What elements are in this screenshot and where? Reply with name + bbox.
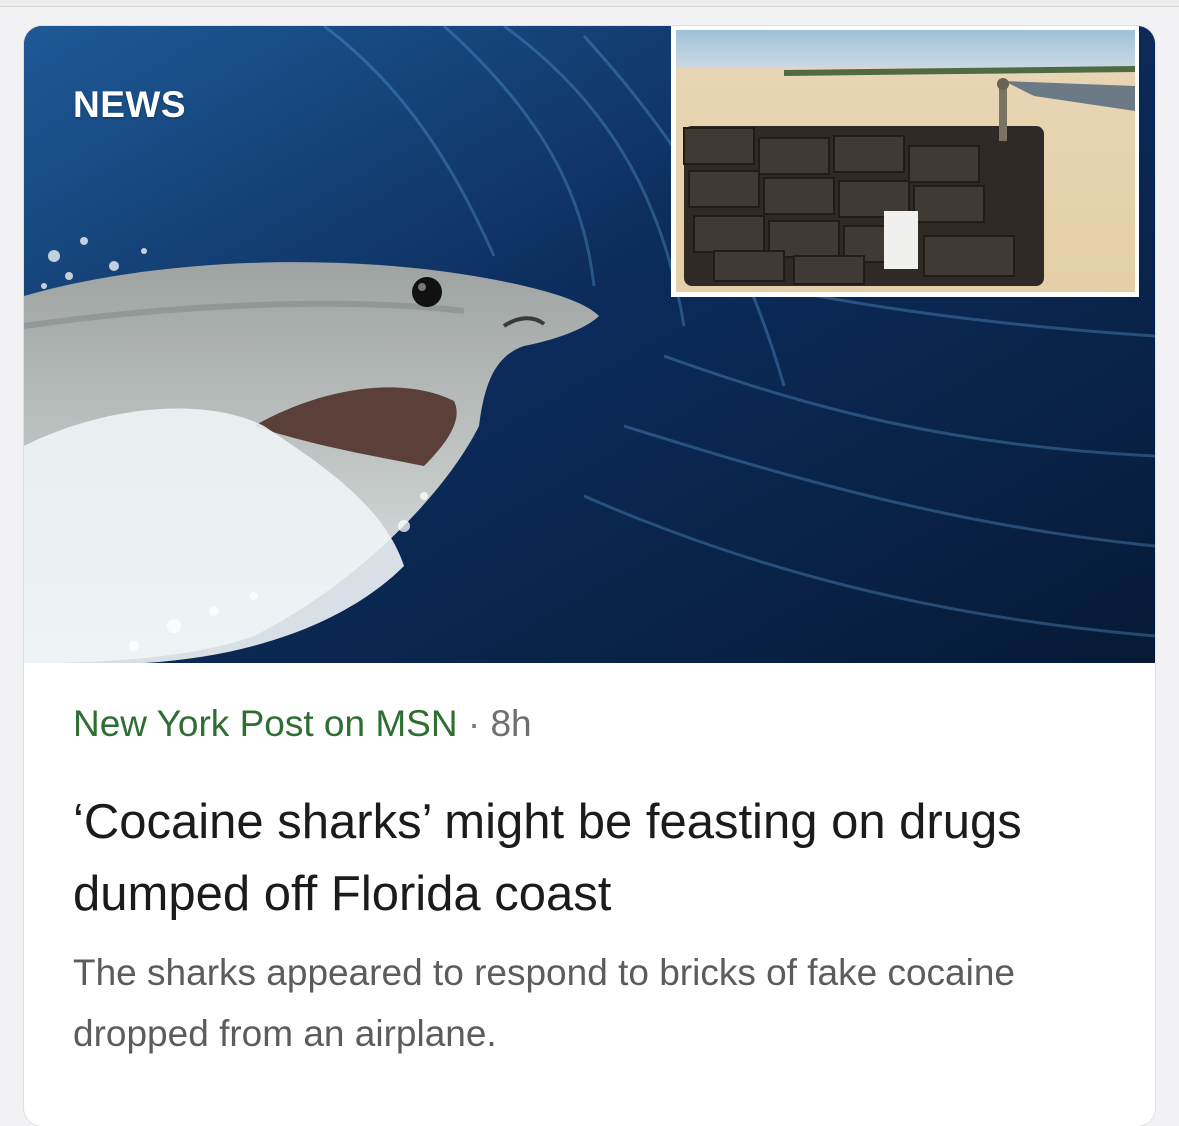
news-card[interactable]: NEWS New York Post on MSN · 8h ‘Cocaine … <box>24 26 1155 1126</box>
top-divider <box>0 0 1179 7</box>
article-headline[interactable]: ‘Cocaine sharks’ might be feasting on dr… <box>73 786 1113 930</box>
section-label: NEWS <box>73 84 186 125</box>
inset-photo <box>671 26 1139 297</box>
publish-age: 8h <box>490 703 532 744</box>
source-name[interactable]: New York Post on MSN <box>73 703 458 744</box>
article-summary: The sharks appeared to respond to bricks… <box>73 952 1015 1054</box>
meta-separator: · <box>467 703 481 744</box>
article-image[interactable]: NEWS <box>24 26 1155 663</box>
article-meta: New York Post on MSN · 8h <box>73 702 532 746</box>
